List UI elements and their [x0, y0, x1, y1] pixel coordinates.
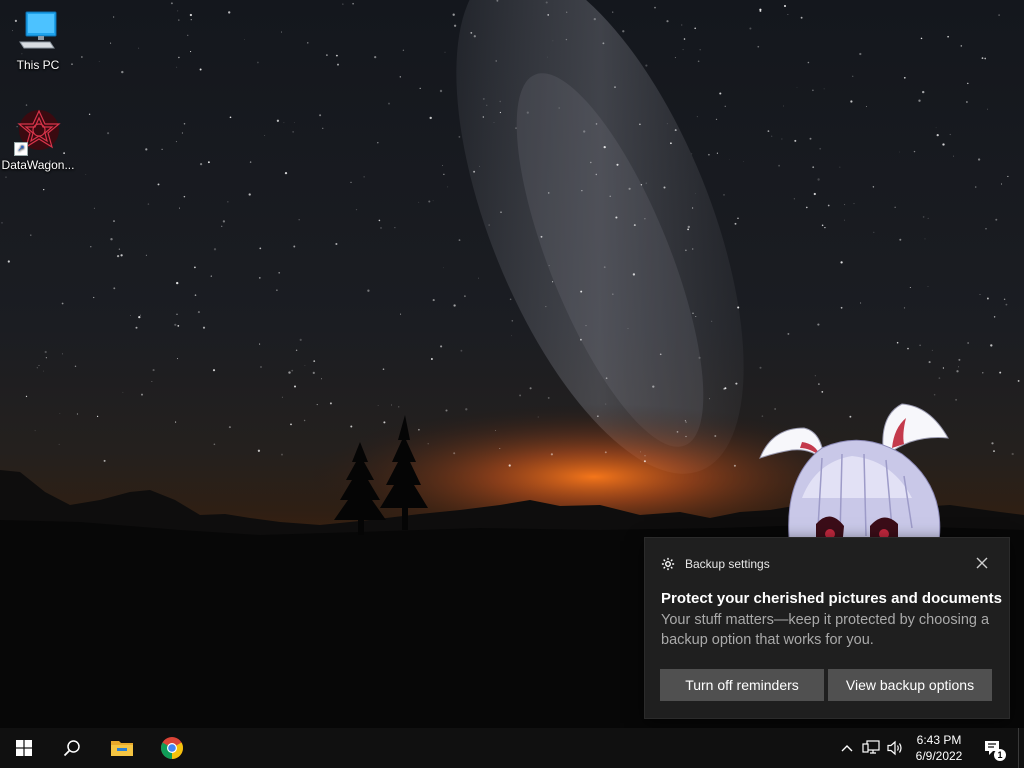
desktop-icon-label: DataWagon... [1, 158, 75, 172]
desktop-icon-datawagon[interactable]: ↗ DataWagon... [0, 108, 76, 172]
shortcut-arrow-icon: ↗ [14, 142, 28, 156]
backup-notification-toast[interactable]: Backup settings Protect your cherished p… [644, 537, 1010, 719]
taskbar-clock[interactable]: 6:43 PM 6/9/2022 [906, 732, 972, 764]
clock-date: 6/9/2022 [915, 749, 963, 763]
search-icon [63, 740, 80, 757]
show-desktop-button[interactable] [1018, 728, 1024, 768]
gear-icon [661, 557, 675, 571]
bunny-mascot-image [752, 398, 952, 549]
taskbar: 6:43 PM 6/9/2022 1 [0, 728, 1024, 768]
close-icon[interactable] [975, 556, 989, 570]
chrome-icon [161, 737, 183, 759]
clock-time: 6:43 PM [916, 733, 962, 747]
network-icon [862, 740, 880, 754]
start-button[interactable] [0, 728, 48, 768]
file-explorer-button[interactable] [98, 728, 146, 768]
search-button[interactable] [48, 728, 96, 768]
volume-icon [887, 740, 902, 756]
toast-app-name: Backup settings [685, 557, 770, 571]
file-explorer-icon [111, 741, 133, 756]
show-hidden-icons-button[interactable] [838, 728, 856, 768]
start-icon [16, 740, 32, 756]
notification-count-badge: 1 [994, 749, 1006, 761]
toast-body: Your stuff matters—keep it protected by … [661, 612, 990, 648]
volume-button[interactable] [884, 728, 906, 768]
computer-icon [14, 8, 62, 56]
toast-title: Protect your cherished pictures and docu… [661, 590, 1002, 607]
desktop-icon-label: This PC [16, 58, 60, 72]
chrome-button[interactable] [148, 728, 196, 768]
turn-off-reminders-button[interactable]: Turn off reminders [660, 669, 824, 701]
action-center-button[interactable]: 1 [980, 728, 1006, 768]
datawagon-app-icon: ↗ [14, 108, 62, 156]
view-backup-options-button[interactable]: View backup options [828, 669, 992, 701]
chevron-up-icon [841, 745, 853, 752]
desktop-icon-this-pc[interactable]: This PC [0, 8, 76, 72]
toast-header: Backup settings [661, 556, 770, 572]
network-button[interactable] [860, 728, 882, 768]
